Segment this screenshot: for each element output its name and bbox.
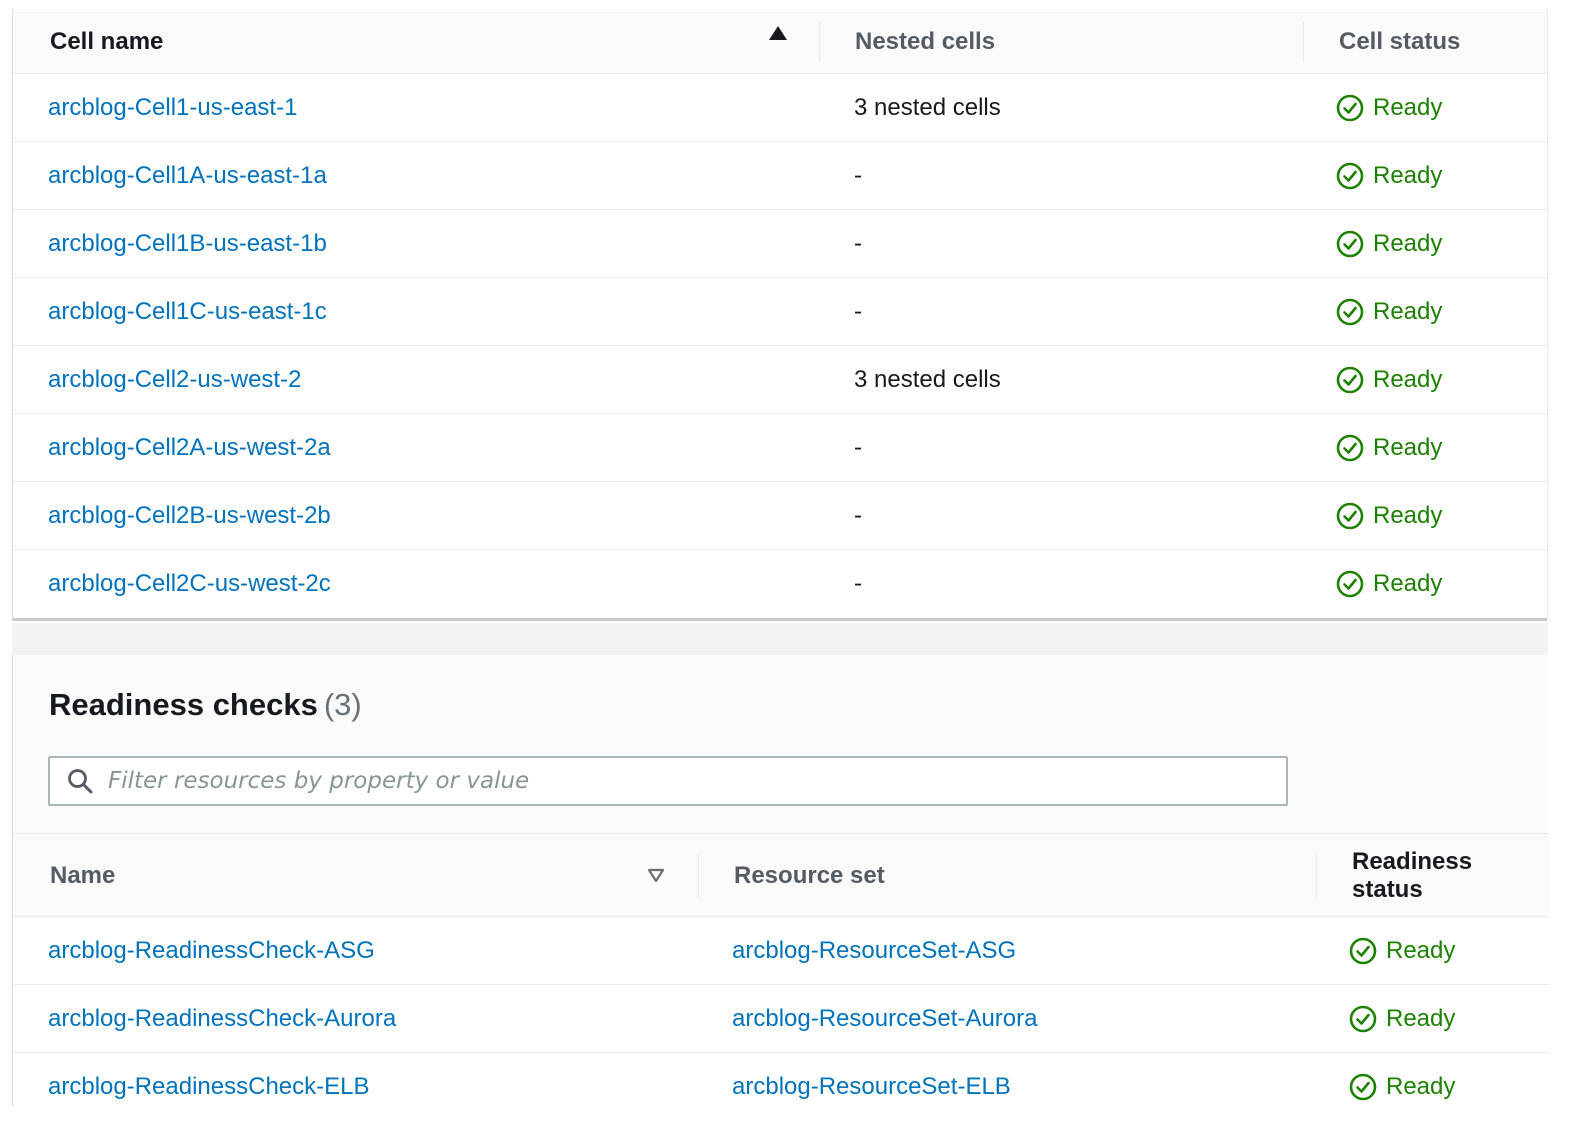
status-text: Ready — [1373, 298, 1443, 325]
status-badge: Ready — [1349, 1053, 1455, 1121]
status-badge: Ready — [1336, 414, 1442, 482]
check-circle-icon — [1336, 298, 1364, 326]
nested-cells-value: 3 nested cells — [854, 94, 1001, 121]
status-text: Ready — [1373, 434, 1443, 461]
status-badge: Ready — [1336, 74, 1442, 142]
readiness-check-link[interactable]: arcblog-ReadinessCheck-Aurora — [48, 985, 396, 1053]
check-circle-icon — [1349, 1073, 1377, 1101]
resource-set-link[interactable]: arcblog-ResourceSet-Aurora — [732, 985, 1037, 1053]
status-badge: Ready — [1336, 346, 1442, 414]
nested-cells-value: - — [854, 502, 862, 529]
table-row: arcblog-ReadinessCheck-ELB arcblog-Resou… — [13, 1053, 1549, 1121]
check-circle-icon — [1336, 570, 1364, 598]
table-bottom-border — [13, 618, 1547, 621]
column-header-cell-name[interactable]: Cell name — [50, 9, 163, 74]
route53-recovery-readiness-view: Cell name Nested cells Cell status arcbl… — [12, 9, 1549, 1121]
status-badge: Ready — [1349, 985, 1455, 1053]
column-divider[interactable] — [1316, 854, 1317, 898]
cell-name-link[interactable]: arcblog-Cell2C-us-west-2c — [48, 550, 331, 618]
table-row: arcblog-ReadinessCheck-ASG arcblog-Resou… — [13, 917, 1549, 985]
column-divider[interactable] — [1303, 21, 1304, 62]
cell-name-link[interactable]: arcblog-Cell1A-us-east-1a — [48, 142, 327, 210]
nested-cells-value: 3 nested cells — [854, 366, 1001, 393]
nested-cells-value: - — [854, 162, 862, 189]
check-circle-icon — [1336, 94, 1364, 122]
section-separator — [12, 623, 1548, 655]
cells-table: Cell name Nested cells Cell status arcbl… — [12, 9, 1548, 621]
cell-name-link[interactable]: arcblog-Cell2A-us-west-2a — [48, 414, 331, 482]
status-text: Ready — [1373, 502, 1443, 529]
resource-set-link[interactable]: arcblog-ResourceSet-ELB — [732, 1053, 1011, 1121]
cell-name-link[interactable]: arcblog-Cell1B-us-east-1b — [48, 210, 327, 278]
column-header-readiness-status: Readiness status — [1352, 848, 1473, 903]
status-badge: Ready — [1336, 550, 1442, 618]
status-badge: Ready — [1336, 142, 1442, 210]
status-badge: Ready — [1349, 917, 1455, 985]
cell-name-link[interactable]: arcblog-Cell1-us-east-1 — [48, 74, 297, 142]
table-row: arcblog-Cell1A-us-east-1a - Ready — [13, 142, 1547, 210]
table-row: arcblog-Cell2A-us-west-2a - Ready — [13, 414, 1547, 482]
column-divider[interactable] — [698, 854, 699, 898]
table-row: arcblog-Cell2-us-west-2 3 nested cells R… — [13, 346, 1547, 414]
status-text: Ready — [1386, 937, 1456, 964]
check-circle-icon — [1349, 1005, 1377, 1033]
readiness-checks-table: Name Resource set Readiness status arcbl… — [13, 833, 1549, 1121]
status-badge: Ready — [1336, 482, 1442, 550]
filter-box[interactable] — [48, 756, 1288, 806]
check-circle-icon — [1336, 434, 1364, 462]
column-header-resource-set[interactable]: Resource set — [734, 834, 885, 918]
status-text: Ready — [1373, 94, 1443, 121]
status-badge: Ready — [1336, 210, 1442, 278]
table-row: arcblog-Cell1-us-east-1 3 nested cells R… — [13, 74, 1547, 142]
column-header-nested-cells[interactable]: Nested cells — [855, 9, 995, 74]
cell-name-link[interactable]: arcblog-Cell2-us-west-2 — [48, 346, 301, 414]
status-badge: Ready — [1336, 278, 1442, 346]
table-row: arcblog-Cell1C-us-east-1c - Ready — [13, 278, 1547, 346]
check-circle-icon — [1336, 230, 1364, 258]
section-title: Readiness checks (3) — [49, 687, 362, 723]
readiness-checks-panel: Readiness checks(3) Name Resource set Re… — [12, 655, 1549, 1121]
check-circle-icon — [1349, 937, 1377, 965]
table-row: arcblog-ReadinessCheck-Aurora arcblog-Re… — [13, 985, 1549, 1053]
readiness-checks-table-header: Name Resource set Readiness status — [13, 833, 1549, 917]
table-row: arcblog-Cell2B-us-west-2b - Ready — [13, 482, 1547, 550]
check-circle-icon — [1336, 502, 1364, 530]
nested-cells-value: - — [854, 570, 862, 597]
section-count: (3) — [323, 687, 362, 722]
nested-cells-value: - — [854, 434, 862, 461]
status-text: Ready — [1373, 230, 1443, 257]
filter-input[interactable] — [108, 768, 1258, 794]
readiness-check-link[interactable]: arcblog-ReadinessCheck-ASG — [48, 917, 375, 985]
cell-name-link[interactable]: arcblog-Cell2B-us-west-2b — [48, 482, 331, 550]
status-text: Ready — [1373, 570, 1443, 597]
readiness-check-link[interactable]: arcblog-ReadinessCheck-ELB — [48, 1053, 370, 1121]
cells-table-body: arcblog-Cell1-us-east-1 3 nested cells R… — [13, 74, 1547, 618]
section-title-text: Readiness checks — [49, 687, 318, 722]
status-text: Ready — [1373, 162, 1443, 189]
status-text: Ready — [1386, 1073, 1456, 1100]
nested-cells-value: - — [854, 298, 862, 325]
check-circle-icon — [1336, 162, 1364, 190]
table-row: arcblog-Cell1B-us-east-1b - Ready — [13, 210, 1547, 278]
table-row: arcblog-Cell2C-us-west-2c - Ready — [13, 550, 1547, 618]
cell-name-link[interactable]: arcblog-Cell1C-us-east-1c — [48, 278, 327, 346]
column-header-cell-status: Cell status — [1339, 27, 1461, 55]
column-divider[interactable] — [819, 21, 820, 62]
status-text: Ready — [1373, 366, 1443, 393]
column-header-name[interactable]: Name — [50, 834, 115, 918]
sort-ascending-icon[interactable] — [769, 26, 787, 40]
status-text: Ready — [1386, 1005, 1456, 1032]
readiness-checks-table-body: arcblog-ReadinessCheck-ASG arcblog-Resou… — [13, 917, 1549, 1121]
sort-descending-icon[interactable] — [647, 868, 665, 883]
search-icon — [68, 769, 93, 794]
cells-table-header: Cell name Nested cells Cell status — [13, 9, 1547, 74]
resource-set-link[interactable]: arcblog-ResourceSet-ASG — [732, 917, 1016, 985]
check-circle-icon — [1336, 366, 1364, 394]
nested-cells-value: - — [854, 230, 862, 257]
